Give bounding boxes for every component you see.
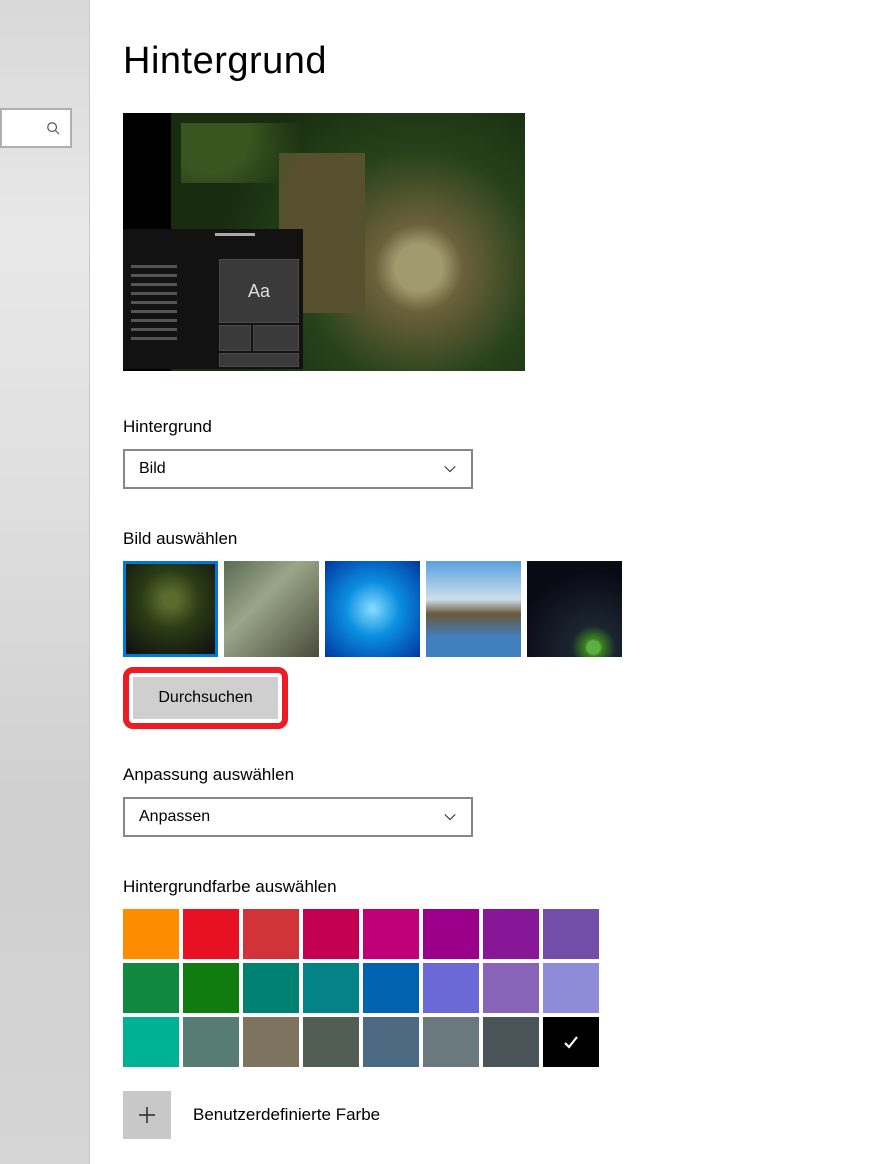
color-swatch[interactable]: [123, 963, 179, 1013]
check-icon: [561, 1032, 581, 1052]
choose-image-label: Bild auswählen: [123, 529, 843, 549]
color-swatch[interactable]: [243, 909, 299, 959]
color-swatch[interactable]: [183, 963, 239, 1013]
chevron-down-icon: [443, 462, 457, 476]
color-swatch[interactable]: [543, 1017, 599, 1067]
desktop-preview: Aa: [123, 113, 525, 371]
dropdown-value: Bild: [139, 460, 166, 478]
color-swatch[interactable]: [303, 1017, 359, 1067]
fit-select-label: Anpassung auswählen: [123, 765, 843, 785]
color-swatch[interactable]: [423, 1017, 479, 1067]
page-title: Hintergrund: [123, 40, 843, 83]
color-swatch[interactable]: [543, 909, 599, 959]
background-select-label: Hintergrund: [123, 417, 843, 437]
custom-color-label: Benutzerdefinierte Farbe: [193, 1105, 380, 1125]
highlight-annotation: Durchsuchen: [123, 667, 288, 729]
color-swatch[interactable]: [183, 909, 239, 959]
plus-icon: [137, 1105, 157, 1125]
color-swatch-grid: [123, 909, 843, 1067]
preview-tile-text: Aa: [219, 259, 299, 323]
wallpaper-thumb[interactable]: [325, 561, 420, 657]
color-swatch[interactable]: [543, 963, 599, 1013]
chevron-down-icon: [443, 810, 457, 824]
color-swatch[interactable]: [483, 909, 539, 959]
color-swatch[interactable]: [483, 1017, 539, 1067]
color-swatch[interactable]: [423, 963, 479, 1013]
color-swatch[interactable]: [423, 909, 479, 959]
color-swatch[interactable]: [363, 963, 419, 1013]
background-color-label: Hintergrundfarbe auswählen: [123, 877, 843, 897]
color-swatch[interactable]: [123, 909, 179, 959]
browse-button[interactable]: Durchsuchen: [133, 677, 278, 719]
color-swatch[interactable]: [243, 963, 299, 1013]
color-swatch[interactable]: [243, 1017, 299, 1067]
wallpaper-thumb[interactable]: [527, 561, 622, 657]
color-swatch[interactable]: [363, 1017, 419, 1067]
wallpaper-thumb[interactable]: [426, 561, 521, 657]
color-swatch[interactable]: [123, 1017, 179, 1067]
preview-start-menu: Aa: [123, 229, 303, 369]
color-swatch[interactable]: [363, 909, 419, 959]
color-swatch[interactable]: [483, 963, 539, 1013]
wallpaper-thumb[interactable]: [123, 561, 218, 657]
fit-dropdown[interactable]: Anpassen: [123, 797, 473, 837]
color-swatch[interactable]: [303, 963, 359, 1013]
wallpaper-thumbnails: [123, 561, 843, 657]
search-icon: [46, 121, 60, 135]
color-swatch[interactable]: [303, 909, 359, 959]
color-swatch[interactable]: [183, 1017, 239, 1067]
dropdown-value: Anpassen: [139, 808, 210, 826]
background-type-dropdown[interactable]: Bild: [123, 449, 473, 489]
search-input[interactable]: [0, 108, 72, 148]
custom-color-button[interactable]: [123, 1091, 171, 1139]
wallpaper-thumb[interactable]: [224, 561, 319, 657]
left-nav-strip: [0, 0, 90, 1164]
